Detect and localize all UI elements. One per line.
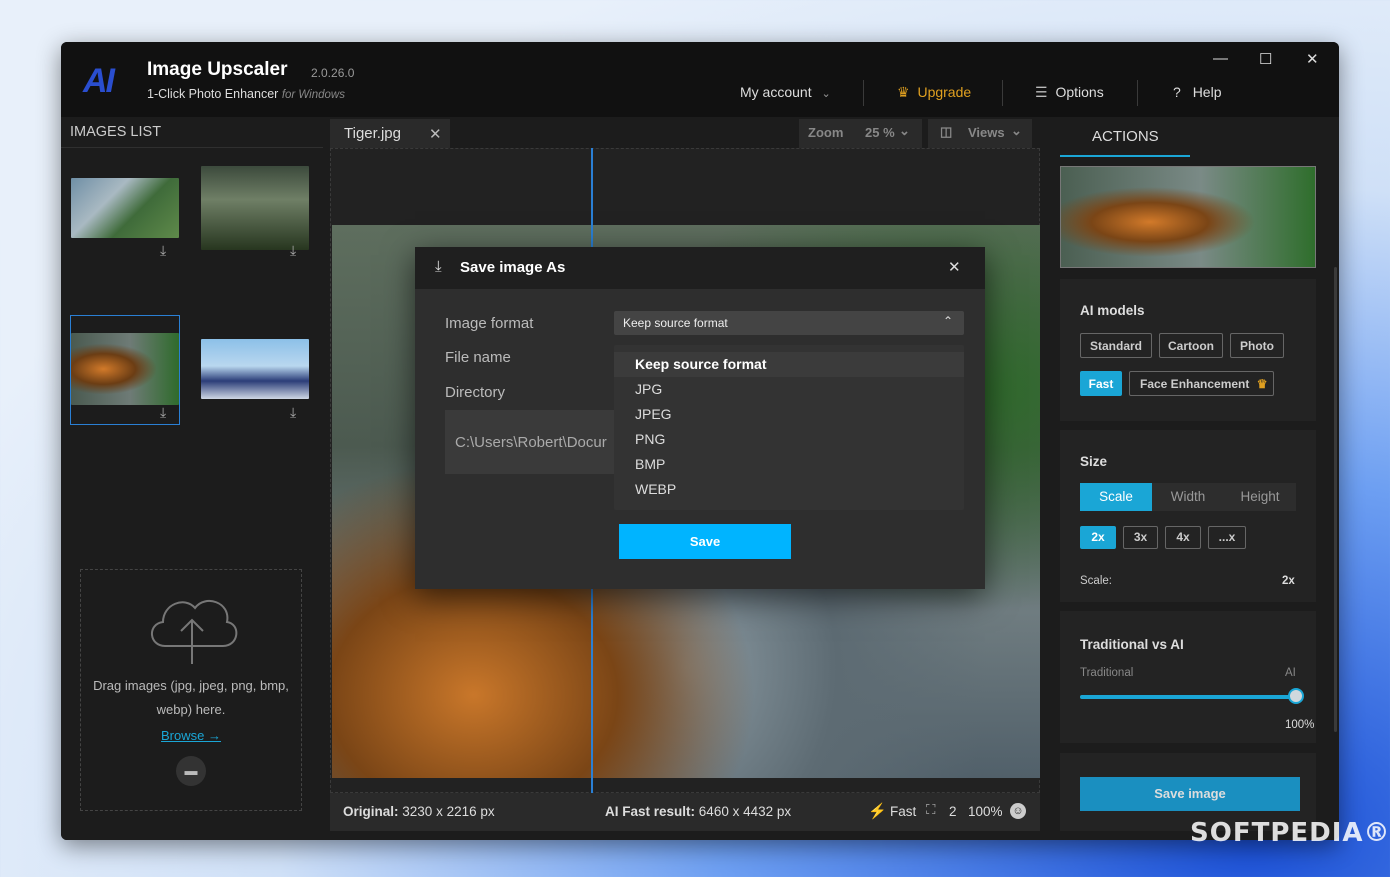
model-photo-button[interactable]: Photo [1230,333,1284,358]
save-image-dialog: ⤓ Save image As ✕ Image format File name… [415,247,985,589]
download-icon: ⤓ [435,258,442,275]
preview-thumbnail [1060,166,1316,268]
chevron-down-icon: ⌄ [821,88,831,100]
size-tab-scale[interactable]: Scale [1080,483,1152,511]
app-window: AI Image Upscaler 2.0.26.0 1-Click Photo… [61,42,1339,840]
question-icon: ? [1173,84,1181,100]
file-name-label: File name [445,349,511,366]
slider-fill [1080,695,1296,699]
scale-label: Scale: [1080,575,1112,587]
download-icon[interactable]: ⤓ [160,404,166,421]
folder-icon[interactable]: ▬ [176,756,206,786]
close-tab-icon[interactable]: ✕ [429,125,442,143]
thumbnail-building[interactable] [71,178,179,238]
dialog-title: Save image As [460,259,566,276]
traditional-label: Traditional [1080,667,1134,679]
download-icon[interactable]: ⤓ [160,242,166,259]
format-option-keep-source[interactable]: Keep source format [614,352,964,377]
app-version: 2.0.26.0 [311,66,355,80]
format-option-png[interactable]: PNG [614,427,964,452]
options-button[interactable]: ☰ Options [1035,84,1104,101]
chevron-down-icon: ⌄ [899,123,910,138]
scale-4x-button[interactable]: 4x [1165,526,1201,549]
maximize-button[interactable]: ☐ [1259,50,1272,68]
image-format-select[interactable]: Keep source format ⌃ [614,311,964,335]
actions-panel: ACTIONS AI models Standard Cartoon Photo… [1051,117,1339,840]
thumbnail-forest[interactable] [201,166,309,250]
images-list-panel: IMAGES LIST ⤓ ⤓ ⤓ ⤓ Drag images (jpg, jp… [61,117,323,840]
images-list-title: IMAGES LIST [70,124,162,140]
sliders-icon: ☰ [1035,84,1048,100]
actions-title: ACTIONS [1092,128,1159,145]
drop-instructions: Drag images (jpg, jpeg, png, bmp, webp) … [93,678,289,717]
thumbnail-anime[interactable] [201,339,309,399]
crown-icon: ♛ [897,84,910,100]
size-tab-height[interactable]: Height [1224,483,1296,511]
upgrade-button[interactable]: ♛ Upgrade [897,84,971,101]
divider [1137,80,1138,106]
format-dropdown: Keep source format JPG JPEG PNG BMP WEBP [614,345,964,510]
my-account-menu[interactable]: My account ⌄ [740,84,831,100]
scale-2x-button[interactable]: 2x [1080,526,1116,549]
download-icon[interactable]: ⤓ [290,242,296,259]
softpedia-watermark: SOFTPEDIA® [1190,818,1390,848]
ai-models-card: AI models Standard Cartoon Photo Fast Fa… [1060,279,1316,421]
format-option-bmp[interactable]: BMP [614,452,964,477]
size-card: Size Scale Width Height 2x 3x 4x ...x Sc… [1060,430,1316,602]
model-fast-button[interactable]: Fast [1080,371,1122,396]
status-bar: Original: 3230 x 2216 px AI Fast result:… [330,793,1040,831]
model-cartoon-button[interactable]: Cartoon [1159,333,1223,358]
size-tab-width[interactable]: Width [1152,483,1224,511]
crown-icon: ♛ [1256,377,1268,391]
dialog-close-icon[interactable]: ✕ [948,258,961,276]
scale-3x-button[interactable]: 3x [1123,526,1158,549]
directory-field[interactable]: C:\Users\Robert\Docur [445,410,617,474]
actions-underline [1060,155,1190,157]
scrollbar[interactable] [1334,267,1337,732]
expand-icon: ⛶ [926,802,936,817]
app-name: Image Upscaler [147,59,288,80]
scale-value: 2x [1282,575,1295,587]
minimize-button[interactable]: — [1213,50,1228,67]
scale-custom-button[interactable]: ...x [1208,526,1246,549]
lightning-icon: ⚡ [868,803,887,820]
format-option-webp[interactable]: WEBP [614,477,964,502]
tab-tiger[interactable]: Tiger.jpg ✕ [330,119,450,148]
save-image-button[interactable]: Save image [1080,777,1300,811]
app-subtitle: 1-Click Photo Enhancer for Windows [147,87,345,101]
views-control[interactable]: ◫ Views ⌄ [928,119,1032,148]
cloud-upload-icon [151,599,238,664]
dialog-header: ⤓ Save image As ✕ [415,247,985,289]
divider [1002,80,1003,106]
smiley-icon[interactable]: ☺ [1010,803,1026,819]
format-option-jpg[interactable]: JPG [614,377,964,402]
traditional-vs-ai-card: Traditional vs AI Traditional AI 100% [1060,611,1316,743]
chevron-down-icon: ⌄ [1011,123,1022,138]
format-option-jpeg[interactable]: JPEG [614,402,964,427]
slider-value: 100% [1285,719,1315,731]
help-button[interactable]: ? Help [1173,84,1221,100]
title-bar: AI Image Upscaler 2.0.26.0 1-Click Photo… [61,42,1339,117]
model-face-enhancement-button[interactable]: Face Enhancement ♛ [1129,371,1274,396]
browse-link[interactable]: Browse → [81,728,301,743]
directory-label: Directory [445,384,506,401]
divider [61,147,323,148]
drop-zone[interactable]: Drag images (jpg, jpeg, png, bmp, webp) … [80,569,302,811]
split-view-icon: ◫ [940,124,953,139]
zoom-control[interactable]: Zoom 25 % ⌄ [799,119,922,148]
model-standard-button[interactable]: Standard [1080,333,1152,358]
dialog-save-button[interactable]: Save [619,524,791,559]
app-logo: AI [83,62,115,100]
close-button[interactable]: ✕ [1306,50,1319,68]
chevron-up-icon: ⌃ [943,314,954,328]
divider [863,80,864,106]
download-icon[interactable]: ⤓ [290,404,296,421]
slider-handle[interactable] [1288,688,1304,704]
ai-label: AI [1285,667,1296,679]
slider-track[interactable] [1080,695,1296,699]
thumbnail-tiger[interactable] [71,333,179,405]
image-format-label: Image format [445,315,534,332]
